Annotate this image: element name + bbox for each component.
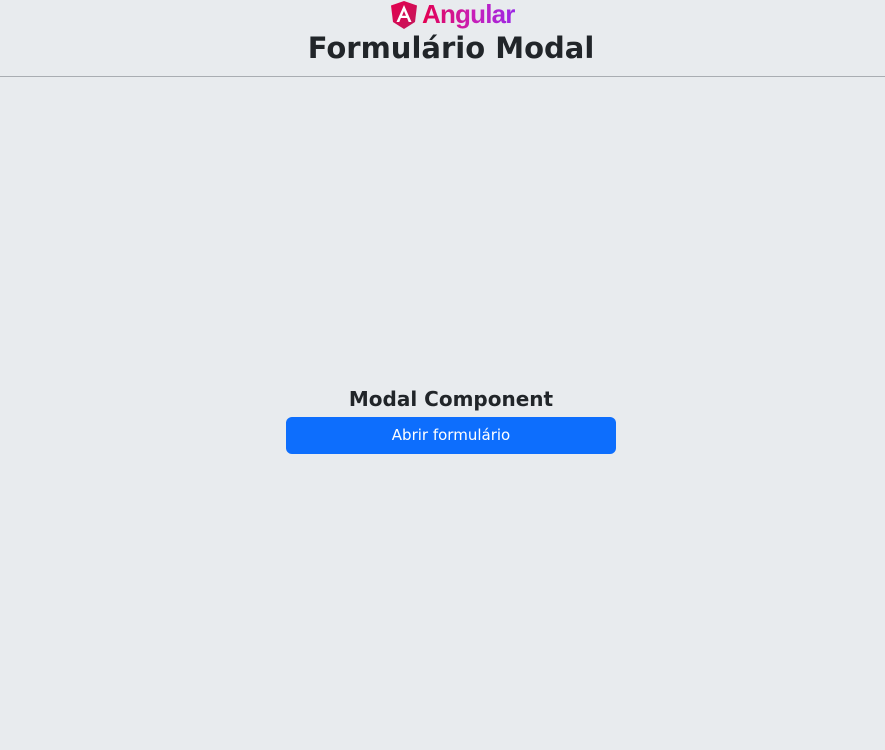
page-header: Angular Formulário Modal	[0, 0, 885, 77]
modal-component-title: Modal Component	[348, 387, 554, 411]
angular-logo-icon	[390, 0, 418, 30]
brand-name: Angular	[422, 0, 515, 29]
angular-brand: Angular	[390, 0, 515, 30]
page-title: Formulário Modal	[307, 31, 595, 65]
open-form-button[interactable]: Abrir formulário	[286, 417, 616, 454]
